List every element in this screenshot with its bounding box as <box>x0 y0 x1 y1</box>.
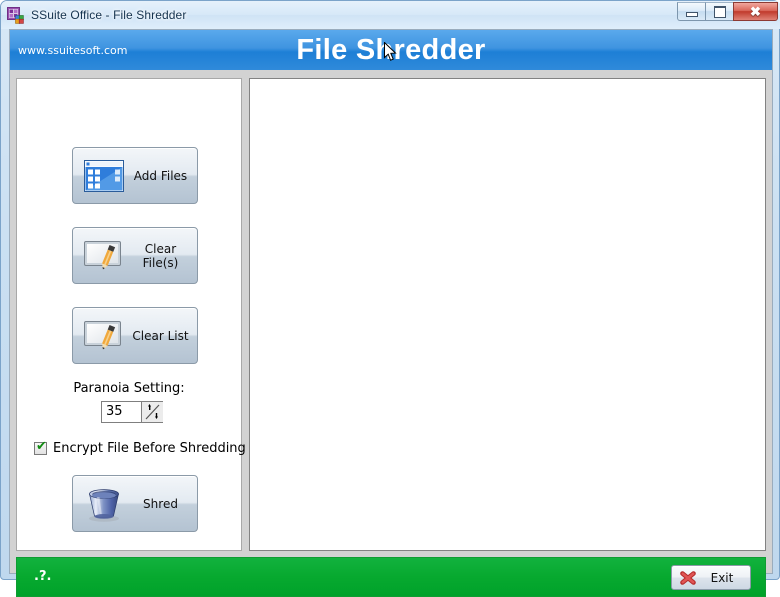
maximize-icon <box>713 5 726 18</box>
window-controls: ✖ <box>677 2 778 21</box>
clear-list-label: Clear List <box>132 328 189 343</box>
status-bar: .?. Exit <box>16 557 766 597</box>
encrypt-label: Encrypt File Before Shredding <box>53 441 246 456</box>
clear-files-label: Clear File(s) <box>142 241 179 270</box>
application-window: SSuite Office - File Shredder ✖ www.ssui… <box>0 0 780 597</box>
close-button[interactable]: ✖ <box>733 2 778 21</box>
exit-label: Exit <box>710 570 734 585</box>
check-icon: ✔ <box>36 439 47 454</box>
blue-waste-bin-icon <box>80 484 128 524</box>
encrypt-option-row[interactable]: ✔ Encrypt File Before Shredding <box>34 439 246 456</box>
paranoia-value[interactable]: 35 <box>102 402 141 422</box>
encrypt-checkbox[interactable]: ✔ <box>34 439 47 455</box>
minimize-button[interactable] <box>677 2 706 21</box>
add-files-label: Add Files <box>133 168 188 183</box>
exit-button[interactable]: Exit <box>671 565 751 590</box>
app-title: File Shredder <box>296 34 486 66</box>
up-down-spinner-icon[interactable] <box>141 402 163 422</box>
clear-list-button[interactable]: Clear List <box>72 307 198 364</box>
paranoia-setting-label: Paranoia Setting: <box>73 381 185 396</box>
window-title: SSuite Office - File Shredder <box>31 8 187 22</box>
pencil-eraser-icon <box>80 236 128 276</box>
add-files-button[interactable]: Add Files <box>72 147 198 204</box>
blue-window-files-icon <box>80 156 128 196</box>
minimize-icon <box>685 11 698 17</box>
app-banner: www.ssuitesoft.com File Shredder <box>10 30 772 70</box>
shred-label: Shred <box>143 496 178 511</box>
paranoia-stepper[interactable]: 35 <box>101 401 163 423</box>
shred-button[interactable]: Shred <box>72 475 198 532</box>
file-list[interactable] <box>249 78 766 551</box>
pencil-eraser-icon <box>80 316 128 356</box>
controls-panel: Add Files Clear File(s) Clear List Paran… <box>16 78 246 551</box>
ssuite-logo-icon <box>7 6 24 24</box>
red-x-icon <box>678 570 698 586</box>
maximize-button[interactable] <box>705 2 734 21</box>
client-area: www.ssuitesoft.com File Shredder Add Fil… <box>9 29 773 597</box>
clear-files-button[interactable]: Clear File(s) <box>72 227 198 284</box>
close-icon: ✖ <box>750 4 761 19</box>
status-message: .?. <box>34 569 52 584</box>
title-bar[interactable]: SSuite Office - File Shredder ✖ <box>1 1 780 29</box>
